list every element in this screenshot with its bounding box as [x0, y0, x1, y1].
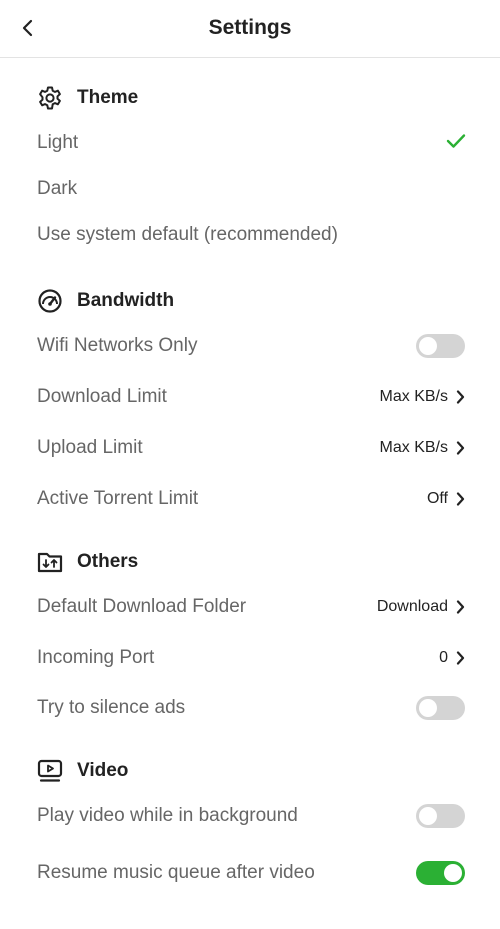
download-limit-value: Max KB/s — [379, 388, 448, 405]
chevron-right-icon — [456, 651, 465, 665]
download-limit-label: Download Limit — [37, 386, 167, 407]
silence-ads-label: Try to silence ads — [37, 697, 186, 718]
option-label: Dark — [37, 178, 78, 199]
default-folder-value: Download — [376, 598, 448, 615]
upload-limit-value: Max KB/s — [379, 439, 448, 456]
gear-icon — [36, 84, 64, 112]
section-title: Video — [77, 760, 129, 781]
theme-option-dark[interactable]: Dark — [0, 167, 500, 211]
section-title: Theme — [77, 87, 139, 108]
folder-transfer-icon — [36, 548, 64, 576]
play-background-label: Play video while in background — [37, 805, 298, 826]
section-title: Bandwidth — [77, 290, 175, 311]
play-background-toggle[interactable] — [416, 804, 465, 828]
active-torrent-limit-row[interactable]: Active Torrent Limit Off — [0, 477, 500, 521]
section-bandwidth-header: Bandwidth — [36, 286, 174, 316]
silence-ads-row[interactable]: Try to silence ads — [0, 686, 500, 730]
checkmark-icon — [446, 133, 466, 154]
incoming-port-value: 0 — [439, 649, 448, 666]
upload-limit-row[interactable]: Upload Limit Max KB/s — [0, 426, 500, 470]
active-torrent-limit-label: Active Torrent Limit — [37, 488, 199, 509]
incoming-port-label: Incoming Port — [37, 647, 155, 668]
theme-option-system-default[interactable]: Use system default (recommended) — [0, 213, 500, 257]
default-folder-row[interactable]: Default Download Folder Download — [0, 585, 500, 629]
top-app-bar: Settings — [0, 0, 500, 58]
upload-limit-label: Upload Limit — [37, 437, 143, 458]
page-title: Settings — [208, 16, 292, 39]
speedometer-icon — [36, 287, 64, 315]
section-title: Others — [77, 551, 139, 572]
toggle-knob — [419, 699, 437, 717]
resume-music-label: Resume music queue after video — [37, 862, 315, 883]
option-label: Use system default (recommended) — [37, 224, 338, 245]
chevron-right-icon — [456, 492, 465, 506]
default-folder-label: Default Download Folder — [37, 596, 247, 617]
chevron-right-icon — [456, 441, 465, 455]
active-torrent-limit-value: Off — [426, 490, 448, 507]
theme-option-light[interactable]: Light — [0, 121, 500, 165]
wifi-only-row[interactable]: Wifi Networks Only — [0, 324, 500, 368]
play-background-row[interactable]: Play video while in background — [0, 794, 500, 838]
toggle-knob — [419, 337, 437, 355]
resume-music-row[interactable]: Resume music queue after video — [0, 851, 500, 895]
section-others-header: Others — [36, 547, 138, 577]
toggle-knob — [419, 807, 437, 825]
download-limit-row[interactable]: Download Limit Max KB/s — [0, 375, 500, 419]
wifi-only-label: Wifi Networks Only — [37, 335, 198, 356]
video-player-icon — [36, 757, 64, 785]
chevron-right-icon — [456, 390, 465, 404]
incoming-port-row[interactable]: Incoming Port 0 — [0, 636, 500, 680]
section-theme-header: Theme — [36, 83, 138, 113]
toggle-knob — [444, 864, 462, 882]
wifi-only-toggle[interactable] — [416, 334, 465, 358]
chevron-right-icon — [456, 600, 465, 614]
option-label: Light — [37, 132, 79, 153]
silence-ads-toggle[interactable] — [416, 696, 465, 720]
resume-music-toggle[interactable] — [416, 861, 465, 885]
section-video-header: Video — [36, 756, 128, 786]
